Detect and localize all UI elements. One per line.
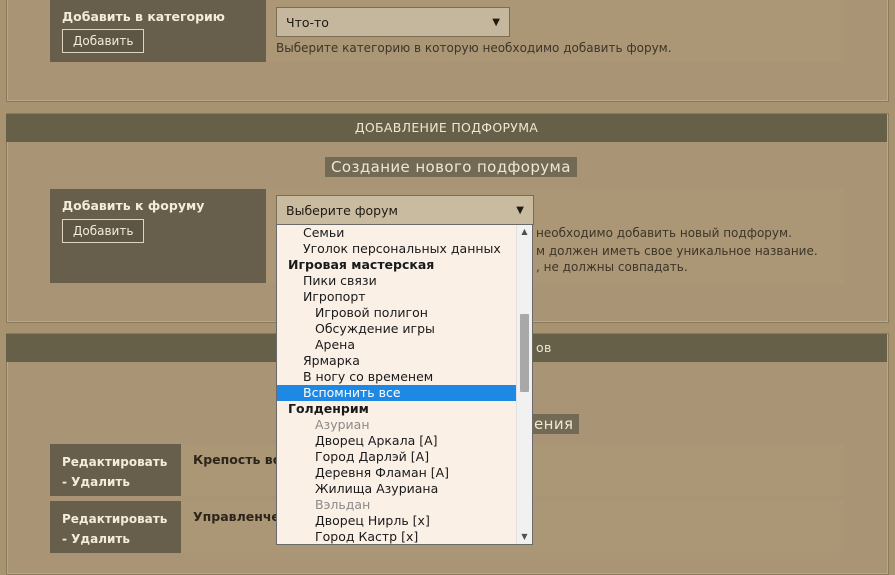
dropdown-option[interactable]: Город Дарлэй [A] <box>277 449 532 465</box>
add-category-button[interactable]: Добавить <box>62 29 145 53</box>
edit-link[interactable]: Редактировать <box>62 452 169 472</box>
forum-select-dropdown[interactable]: Семьи Уголок персональных данных Игровая… <box>276 224 533 545</box>
category-select-value: Что-то <box>286 14 329 30</box>
forum-list-subtitle: ения <box>528 414 580 434</box>
dropdown-option-selected[interactable]: Вспомнить все <box>277 385 532 401</box>
dropdown-option-disabled: Азуриан <box>315 417 370 432</box>
dropdown-option[interactable]: Деревня Фламан [A] <box>277 465 532 481</box>
forum-select[interactable]: Выберите форум ▼ <box>276 195 534 225</box>
delete-prefix: - <box>62 532 67 546</box>
delete-link-wrap: - Удалить <box>62 472 169 492</box>
dropdown-option[interactable]: Дворец Аркала [A] <box>277 433 532 449</box>
forum-help-line-3: , не должны совпадать. <box>536 260 688 274</box>
delete-link[interactable]: Удалить <box>71 532 130 546</box>
chevron-down-icon: ▼ <box>516 204 524 216</box>
chevron-down-icon: ▼ <box>492 16 500 28</box>
dropdown-option[interactable]: Дворец Нирль [x] <box>277 513 532 529</box>
scrollbar-thumb[interactable] <box>520 314 529 393</box>
add-to-forum-label: Добавить к форуму <box>62 198 205 213</box>
delete-link[interactable]: Удалить <box>71 475 130 489</box>
add-category-label-cell: Добавить в категорию Добавить <box>50 0 266 62</box>
dropdown-option-disabled: Вэльдан <box>315 497 371 512</box>
edit-link[interactable]: Редактировать <box>62 509 169 529</box>
add-category-label: Добавить в категорию <box>62 9 225 24</box>
row-actions: Редактировать - Удалить <box>50 444 181 496</box>
dropdown-scrollbar[interactable]: ▲ ▼ <box>516 225 532 544</box>
scroll-up-arrow-icon[interactable]: ▲ <box>517 226 532 238</box>
add-category-value-cell: Что-то ▼ Выберите категорию в которую не… <box>266 0 844 62</box>
dropdown-option[interactable]: Игропорт <box>277 289 532 305</box>
forum-list-header-text: ов <box>536 340 552 355</box>
scroll-down-arrow-icon[interactable]: ▼ <box>517 531 532 543</box>
dropdown-option[interactable]: В ногу со временем <box>277 369 532 385</box>
subforum-subtitle: Создание нового подфорума <box>325 157 577 177</box>
dropdown-option[interactable]: Пики связи <box>277 273 532 289</box>
subforum-section-header: ДОБАВЛЕНИЕ ПОДФОРУМА <box>6 114 887 142</box>
dropdown-option[interactable]: Игровой полигон <box>277 305 532 321</box>
add-to-forum-button[interactable]: Добавить <box>62 219 145 243</box>
dropdown-group-label: Игровая мастерская <box>288 257 435 272</box>
dropdown-option[interactable]: Уголок персональных данных <box>277 241 532 257</box>
dropdown-option[interactable]: Семьи <box>277 225 532 241</box>
dropdown-option[interactable]: Жилища Азуриана <box>277 481 532 497</box>
dropdown-group-label: Голденрим <box>288 401 369 416</box>
delete-prefix: - <box>62 475 67 489</box>
add-category-row: Добавить в категорию Добавить Что-то ▼ В… <box>50 0 844 62</box>
category-select[interactable]: Что-то ▼ <box>276 7 510 37</box>
dropdown-option[interactable]: Обсуждение игры <box>277 321 532 337</box>
forum-select-value: Выберите форум <box>286 202 398 218</box>
dropdown-option[interactable]: Арена <box>277 337 532 353</box>
dropdown-option[interactable]: Ярмарка <box>277 353 532 369</box>
category-help-text: Выберите категорию в которую необходимо … <box>276 41 672 55</box>
dropdown-list: Семьи Уголок персональных данных Игровая… <box>277 225 532 544</box>
forum-help-line-1: необходимо добавить новый подфорум. <box>536 226 792 240</box>
row-actions: Редактировать - Удалить <box>50 501 181 553</box>
add-to-forum-label-cell: Добавить к форуму Добавить <box>50 189 266 283</box>
dropdown-option[interactable]: Город Кастр [x] <box>277 529 532 544</box>
delete-link-wrap: - Удалить <box>62 529 169 549</box>
